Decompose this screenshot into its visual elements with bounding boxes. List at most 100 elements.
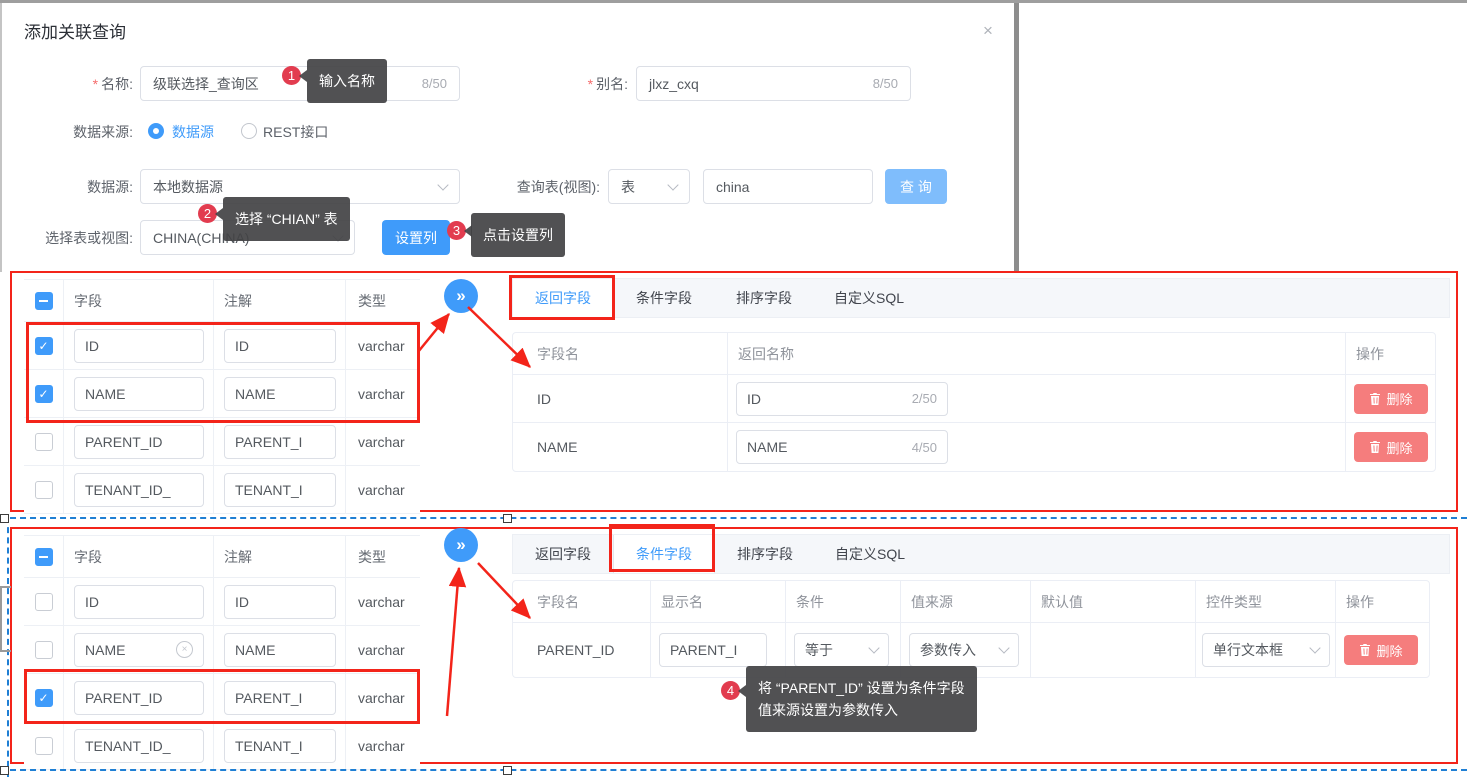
field-input[interactable]: ID: [74, 585, 204, 619]
return-name-input[interactable]: ID2/50: [736, 382, 948, 416]
window-top-border: [0, 0, 1467, 3]
delete-button[interactable]: 删除: [1354, 432, 1428, 462]
type-cell: varchar: [346, 322, 420, 369]
tab-custom-sql[interactable]: 自定义SQL: [814, 279, 924, 317]
tab-sort-fields[interactable]: 排序字段: [714, 279, 814, 317]
tooltip-caret: [299, 70, 307, 82]
tab-condition-fields[interactable]: 条件字段: [614, 279, 714, 317]
comment-input[interactable]: NAME: [224, 377, 336, 411]
radio-datasource-label[interactable]: 数据源: [172, 122, 214, 142]
radio-rest-api-label[interactable]: REST接口: [263, 122, 328, 142]
tab-return-fields[interactable]: 返回字段: [513, 535, 613, 573]
tab-bar: 返回字段 条件字段 排序字段 自定义SQL: [512, 534, 1450, 574]
query-button[interactable]: 查 询: [885, 169, 947, 204]
field-input[interactable]: ID: [74, 329, 204, 363]
name-label: *名称:: [20, 74, 133, 94]
row-checkbox[interactable]: ✓: [35, 385, 53, 403]
field-input[interactable]: NAME: [74, 377, 204, 411]
row-checkbox[interactable]: [35, 481, 53, 499]
dialog-left-border: [0, 3, 2, 272]
trash-icon: [1369, 393, 1381, 405]
row-checkbox[interactable]: [35, 641, 53, 659]
row-checkbox[interactable]: [35, 433, 53, 451]
table-type-select[interactable]: 表: [608, 169, 690, 204]
delete-button[interactable]: 删除: [1354, 384, 1428, 414]
data-source-label: 数据来源:: [20, 122, 133, 142]
return-fields-table: 字段名 返回名称 操作 ID ID2/50 删除: [512, 332, 1436, 472]
field-table: 字段 注解 类型 ID ID varchar NAME× NAME varcha…: [24, 535, 420, 770]
table-row: TENANT_ID_ TENANT_I varchar: [24, 466, 420, 514]
pick-table-label: 选择表或视图:: [20, 228, 133, 248]
condition-fields-table: 字段名 显示名 条件 值来源 默认值 控件类型 操作 PARENT_ID PAR…: [512, 580, 1430, 678]
column-header: 字段: [64, 536, 214, 577]
selection-side-handle[interactable]: [0, 586, 11, 652]
select-all-checkbox[interactable]: [35, 292, 53, 310]
field-input[interactable]: PARENT_ID: [74, 425, 204, 459]
column-header: 类型: [346, 280, 420, 321]
comment-input[interactable]: ID: [224, 585, 336, 619]
field-input[interactable]: NAME×: [74, 633, 204, 667]
radio-datasource[interactable]: [148, 123, 164, 139]
dialog-scrollbar[interactable]: [1014, 3, 1019, 272]
required-mark: *: [93, 76, 98, 92]
table-row: ID ID2/50 删除: [513, 375, 1435, 423]
row-checkbox[interactable]: [35, 593, 53, 611]
collapse-panel-button[interactable]: »: [444, 528, 478, 562]
control-type-select[interactable]: 单行文本框: [1202, 633, 1330, 667]
selection-handle[interactable]: [503, 766, 512, 775]
collapse-panel-button[interactable]: »: [444, 279, 478, 313]
selection-handle[interactable]: [503, 514, 512, 523]
clear-input-icon[interactable]: ×: [176, 641, 193, 658]
comment-input[interactable]: NAME: [224, 633, 336, 667]
selection-handle[interactable]: [0, 766, 9, 775]
chevron-down-icon: [667, 179, 678, 190]
display-name-input[interactable]: PARENT_I: [659, 633, 767, 667]
field-input[interactable]: PARENT_ID: [74, 681, 204, 715]
row-checkbox[interactable]: ✓: [35, 337, 53, 355]
comment-input[interactable]: PARENT_I: [224, 681, 336, 715]
comment-input[interactable]: TENANT_I: [224, 729, 336, 763]
type-cell: varchar: [346, 370, 420, 417]
row-checkbox[interactable]: ✓: [35, 689, 53, 707]
chevron-down-icon: [437, 179, 448, 190]
radio-rest-api[interactable]: [241, 123, 257, 139]
row-checkbox[interactable]: [35, 737, 53, 755]
tab-sort-fields[interactable]: 排序字段: [715, 535, 815, 573]
close-icon[interactable]: ×: [983, 21, 993, 41]
table-search-input[interactable]: china: [703, 169, 873, 204]
select-all-checkbox[interactable]: [35, 548, 53, 566]
table-row: NAME× NAME varchar: [24, 626, 420, 674]
field-table-header: 字段 注解 类型: [24, 536, 420, 578]
field-name-cell: PARENT_ID: [513, 623, 651, 677]
comment-input[interactable]: PARENT_I: [224, 425, 336, 459]
tab-custom-sql[interactable]: 自定义SQL: [815, 535, 925, 573]
tab-return-fields[interactable]: 返回字段: [513, 279, 614, 317]
step-tooltip-2: 选择 “CHIAN” 表: [223, 197, 350, 241]
type-cell: varchar: [346, 466, 420, 513]
name-value: 级联选择_查询区: [153, 74, 259, 94]
chevron-down-icon: [868, 642, 879, 653]
return-name-input[interactable]: NAME4/50: [736, 430, 948, 464]
field-input[interactable]: TENANT_ID_: [74, 473, 204, 507]
type-cell: varchar: [346, 418, 420, 465]
tooltip-caret: [738, 685, 746, 697]
value-source-select[interactable]: 参数传入: [909, 633, 1019, 667]
condition-select[interactable]: 等于: [794, 633, 889, 667]
add-linked-query-screen: 添加关联查询 × *名称: 级联选择_查询区 8/50 *别名: jlxz_cx…: [0, 0, 1467, 777]
selection-handle[interactable]: [0, 514, 9, 523]
datasource-label: 数据源:: [20, 177, 133, 197]
comment-input[interactable]: ID: [224, 329, 336, 363]
table-row: NAME NAME4/50 删除: [513, 423, 1435, 471]
alias-input[interactable]: jlxz_cxq 8/50: [636, 66, 911, 101]
tooltip-caret: [215, 208, 223, 220]
trash-icon: [1359, 644, 1371, 656]
type-cell: varchar: [346, 722, 420, 769]
set-columns-button[interactable]: 设置列: [382, 220, 450, 255]
chevron-down-icon: [1309, 642, 1320, 653]
tab-condition-fields[interactable]: 条件字段: [613, 535, 715, 573]
comment-input[interactable]: TENANT_I: [224, 473, 336, 507]
delete-button[interactable]: 删除: [1344, 635, 1418, 665]
double-chevron-right-icon: »: [456, 286, 465, 306]
field-input[interactable]: TENANT_ID_: [74, 729, 204, 763]
table-row: ✓ NAME NAME varchar: [24, 370, 420, 418]
